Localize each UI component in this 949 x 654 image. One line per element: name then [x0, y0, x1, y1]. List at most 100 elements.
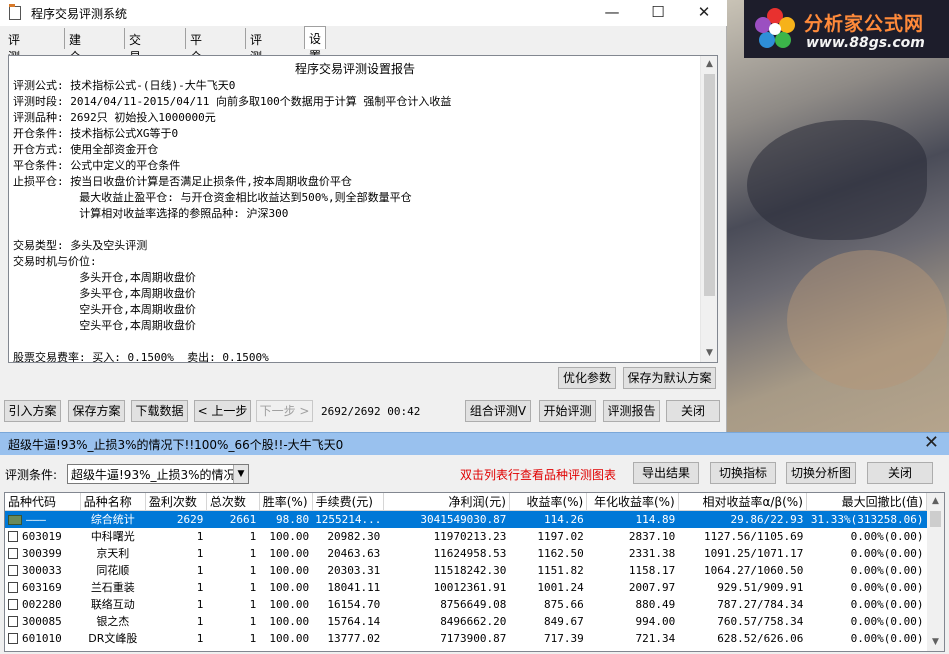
col-header[interactable]: 收益率(%) — [509, 493, 588, 511]
results-titlebar: 超级牛逼!93%_止损3%的情况下!!100%_66个股!!-大牛飞天0 ✕ — [0, 433, 949, 455]
cell-return: 114.26 — [509, 510, 587, 528]
tab-open-rules[interactable]: 建仓规则 — [64, 28, 85, 98]
scrollbar-thumb[interactable] — [930, 511, 941, 527]
table-row[interactable]: 603169 兰石重装 1 1 100.00 18041.11 10012361… — [5, 579, 927, 596]
condition-select[interactable]: 超级牛逼!93%_止损3%的情况下 ▼ — [67, 464, 249, 484]
scrollbar-thumb[interactable] — [704, 74, 715, 296]
export-results-button[interactable]: 导出结果 — [633, 462, 699, 484]
import-plan-button[interactable]: 引入方案 — [4, 400, 61, 422]
col-header[interactable]: 盈利次数 — [145, 493, 207, 511]
cell-annual-return: 1158.17 — [628, 563, 676, 577]
col-header[interactable]: 最大回撤比(值) — [806, 493, 928, 511]
save-default-button[interactable]: 保存为默认方案 — [623, 367, 716, 389]
col-header[interactable]: 品种代码 — [5, 493, 81, 511]
col-header[interactable]: 相对收益率α/β(%) — [678, 493, 807, 511]
close-icon[interactable]: ✕ — [924, 433, 939, 453]
start-eval-button[interactable]: 开始评测 — [539, 400, 596, 422]
switch-chart-button[interactable]: 切换分析图 — [786, 462, 856, 484]
cell-fee: 20463.63 — [327, 546, 381, 560]
cell-code: 603019 — [5, 528, 80, 545]
results-scrollbar[interactable]: ▲ ▼ — [927, 493, 944, 651]
report-line: 空头开仓,本周期收盘价 — [13, 303, 196, 316]
report-line: 评测公式: 技术指标公式-(日线)-大牛飞天0 — [13, 79, 236, 92]
cell-code: 300033 — [5, 562, 80, 579]
table-row[interactable]: 601010 DR文峰股 1 1 100.00 13777.02 7173900… — [5, 630, 927, 647]
tab-settings-report[interactable]: 设置报告 — [304, 26, 327, 97]
table-row[interactable]: 300085 银之杰 1 1 100.00 15764.14 8496662.2… — [5, 613, 927, 630]
maximize-button[interactable]: ☐ — [635, 0, 681, 26]
cell-return: 1151.82 — [537, 563, 584, 577]
report-line: 最大收益止盈平仓: 与开仓资金相比收益达到500%,则全部数量平仓 — [13, 191, 412, 204]
download-data-button[interactable]: 下载数据 — [131, 400, 188, 422]
tab-trade-mode[interactable]: 交易方式 — [124, 28, 145, 98]
eval-report-button[interactable]: 评测报告 — [603, 400, 660, 422]
col-header[interactable]: 净利润(元) — [383, 493, 510, 511]
cell-name: 中科曙光 — [90, 530, 135, 543]
scroll-up-icon[interactable]: ▲ — [927, 493, 944, 510]
settings-report-textbox[interactable]: 程序交易评测设置报告 评测公式: 技术指标公式-(日线)-大牛飞天0 评测时段:… — [8, 55, 718, 363]
tab-eval-formula[interactable]: 评测公式 — [4, 28, 24, 98]
chevron-down-icon[interactable]: ▼ — [233, 465, 248, 483]
results-table[interactable]: 品种代码 品种名称 盈利次数 总次数 胜率(%) 手续费(元) 净利润(元) 收… — [4, 492, 945, 652]
report-line: 开仓方式: 使用全部资金开仓 — [13, 143, 159, 156]
table-row[interactable]: 300033 同花顺 1 1 100.00 20303.31 11518242.… — [5, 562, 927, 579]
col-header[interactable]: 胜率(%) — [259, 493, 313, 511]
cell-max-drawdown: 0.00%(0.00) — [850, 563, 924, 577]
prev-step-button[interactable]: < 上一步 — [194, 400, 251, 422]
cell-code: 300399 — [5, 545, 80, 562]
cell-code: ——— — [5, 510, 81, 528]
report-line: 评测时段: 2014/04/11-2015/04/11 向前多取100个数据用于… — [13, 95, 452, 108]
document-icon — [8, 599, 18, 610]
table-row[interactable]: 002280 联络互动 1 1 100.00 16154.70 8756649.… — [5, 596, 927, 613]
report-line: 多头平仓,本周期收盘价 — [13, 287, 196, 300]
double-click-hint: 双击列表行查看品种评测图表 — [460, 468, 617, 482]
close-window-button[interactable]: ✕ — [681, 0, 727, 26]
optimize-params-button[interactable]: 优化参数 — [558, 367, 616, 389]
table-row[interactable]: 300399 京天利 1 1 100.00 20463.63 11624958.… — [5, 545, 927, 562]
cell-name: 综合统计 — [80, 510, 146, 528]
combo-eval-button[interactable]: 组合评测V — [465, 400, 531, 422]
scroll-down-icon[interactable]: ▼ — [927, 634, 944, 651]
results-close-button[interactable]: 关闭 — [867, 462, 933, 484]
cell-max-drawdown: 0.00%(0.00) — [850, 614, 924, 628]
scroll-up-icon[interactable]: ▲ — [701, 56, 717, 73]
cell-fee: 20982.30 — [327, 529, 381, 543]
col-header[interactable]: 品种名称 — [80, 493, 146, 511]
tab-close-rules[interactable]: 平仓规则 — [185, 28, 206, 98]
save-plan-button[interactable]: 保存方案 — [68, 400, 125, 422]
app-icon — [9, 4, 21, 20]
table-row[interactable]: 603019 中科曙光 1 1 100.00 20982.30 11970213… — [5, 528, 927, 545]
scroll-down-icon[interactable]: ▼ — [701, 345, 717, 362]
cell-win-count: 1 — [196, 546, 204, 560]
col-header[interactable]: 总次数 — [206, 493, 260, 511]
cell-win-count: 1 — [196, 580, 204, 594]
cell-relative-return: 1127.56/1105.69 — [704, 529, 804, 543]
tab-eval-symbols[interactable]: 评测品种 — [245, 28, 266, 98]
background-shape — [747, 120, 927, 240]
cell-return: 717.39 — [543, 631, 584, 645]
document-icon — [8, 582, 18, 593]
report-line: 多头开仓,本周期收盘价 — [13, 271, 196, 284]
col-header[interactable]: 年化收益率(%) — [586, 493, 679, 511]
cell-net-profit: 3041549030.87 — [383, 510, 510, 528]
cell-return: 1001.24 — [537, 580, 584, 594]
cell-fee: 16154.70 — [327, 597, 381, 611]
report-line: 止损平仓: 按当日收盘价计算是否满足止损条件,按本周期收盘价平仓 — [13, 175, 352, 188]
cell-annual-return: 880.49 — [635, 597, 676, 611]
report-scrollbar[interactable]: ▲ ▼ — [700, 56, 717, 362]
cell-relative-return: 628.52/626.06 — [717, 631, 804, 645]
minimize-button[interactable]: — — [589, 0, 635, 26]
cell-win-rate: 100.00 — [269, 563, 310, 577]
cell-net-profit: 11970213.23 — [433, 529, 507, 543]
cell-win-rate: 100.00 — [269, 529, 310, 543]
col-header[interactable]: 手续费(元) — [312, 493, 384, 511]
cell-net-profit: 11624958.53 — [433, 546, 507, 560]
report-heading: 程序交易评测设置报告 — [294, 62, 415, 76]
cell-win-rate: 100.00 — [269, 546, 310, 560]
cell-relative-return: 1091.25/1071.17 — [704, 546, 804, 560]
close-button[interactable]: 关闭 — [666, 400, 720, 422]
cell-relative-return: 760.57/758.34 — [717, 614, 804, 628]
table-row[interactable]: ——— 综合统计 2629 2661 98.80 1255214... 3041… — [5, 510, 927, 528]
next-step-button[interactable]: 下一步 > — [256, 400, 313, 422]
switch-indicator-button[interactable]: 切换指标 — [710, 462, 776, 484]
